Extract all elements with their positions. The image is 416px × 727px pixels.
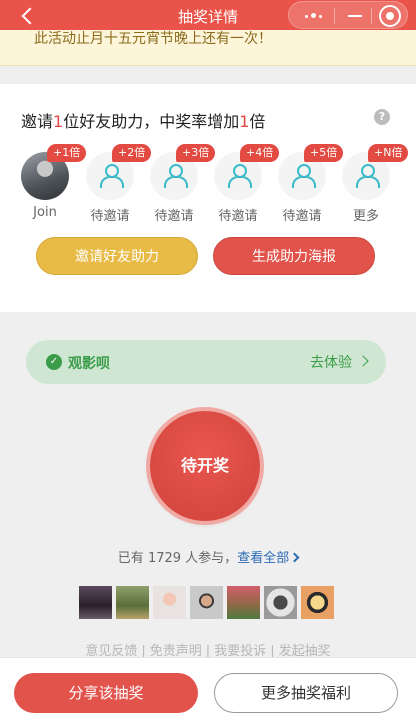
- promo-action[interactable]: 去体验: [310, 352, 352, 372]
- helper-slot-5[interactable]: +5倍 待邀请: [278, 144, 344, 224]
- invite-title-prefix: 邀请: [21, 112, 54, 131]
- more-lotteries-button[interactable]: 更多抽奖福利: [214, 673, 398, 713]
- mini-program-capsule: [288, 1, 408, 29]
- helper-slot-2[interactable]: +2倍 待邀请: [86, 144, 152, 224]
- chevron-right-icon: [357, 355, 369, 367]
- participants-count: 1729: [147, 551, 182, 566]
- view-all-label: 查看全部: [237, 551, 290, 566]
- user-icon: [356, 164, 380, 188]
- multiplier-badge: +5倍: [304, 144, 344, 162]
- minimize-icon[interactable]: [344, 5, 366, 27]
- participants-summary: 已有 1729 人参与，查看全部: [0, 547, 416, 566]
- invite-multiplier: 1: [239, 112, 250, 131]
- helper-slot-1[interactable]: +1倍 Join: [21, 144, 87, 224]
- avatar[interactable]: [190, 586, 223, 619]
- multiplier-badge: +3倍: [176, 144, 216, 162]
- invite-title-suffix: 倍: [249, 112, 266, 131]
- capsule-divider: [334, 8, 335, 24]
- avatar[interactable]: [264, 586, 297, 619]
- close-target-icon[interactable]: [379, 5, 401, 27]
- multiplier-badge: +N倍: [368, 144, 409, 162]
- participants-prefix: 已有: [117, 551, 144, 566]
- promo-logo-icon: ✓: [46, 354, 62, 370]
- slot-label: 待邀请: [218, 209, 258, 224]
- notice-banner: 此活动止月十五元宵节晚上还有一次！: [0, 30, 416, 66]
- avatar[interactable]: [153, 586, 186, 619]
- helper-slot-3[interactable]: +3倍 待邀请: [150, 144, 216, 224]
- promo-banner[interactable]: ✓ 观影呗 去体验: [26, 340, 386, 384]
- invite-title-mid: 位好友助力，中奖率增加: [63, 112, 240, 131]
- multiplier-badge: +2倍: [112, 144, 152, 162]
- help-icon[interactable]: ?: [374, 109, 390, 125]
- invite-count: 1: [53, 112, 64, 131]
- user-icon: [228, 164, 252, 188]
- draw-status-button[interactable]: 待开奖: [150, 411, 260, 521]
- helper-slot-4[interactable]: +4倍 待邀请: [214, 144, 280, 224]
- slot-label: 更多: [352, 209, 379, 224]
- user-icon: [164, 164, 188, 188]
- participants-suffix: 人参与，: [185, 551, 238, 566]
- avatar[interactable]: [301, 586, 334, 619]
- notice-text: 此活动止月十五元宵节晚上还有一次！: [34, 31, 272, 47]
- promo-name: 观影呗: [68, 356, 110, 372]
- invite-card: 邀请1位好友助力，中奖率增加1倍 ? +1倍 Join +2倍 待邀请 +3倍 …: [0, 84, 416, 312]
- bottom-action-bar: 分享该抽奖 更多抽奖福利: [0, 657, 416, 727]
- more-dots-icon[interactable]: [301, 5, 329, 25]
- chevron-right-icon: [289, 552, 300, 563]
- user-icon: [100, 164, 124, 188]
- capsule-divider: [371, 8, 372, 24]
- slot-label: 待邀请: [282, 209, 322, 224]
- view-all-link[interactable]: 查看全部: [237, 551, 300, 566]
- avatar[interactable]: [116, 586, 149, 619]
- slot-label: Join: [33, 205, 57, 220]
- avatar[interactable]: [79, 586, 112, 619]
- nav-bar: 抽奖详情: [0, 0, 416, 30]
- invite-title: 邀请1位好友助力，中奖率增加1倍: [21, 108, 265, 132]
- multiplier-badge: +1倍: [47, 144, 87, 162]
- invite-friends-button[interactable]: 邀请好友助力: [36, 237, 198, 275]
- share-lottery-button[interactable]: 分享该抽奖: [14, 673, 198, 713]
- slot-label: 待邀请: [154, 209, 194, 224]
- helper-slot-more[interactable]: +N倍 更多: [342, 144, 409, 224]
- slot-label: 待邀请: [90, 209, 130, 224]
- user-icon: [292, 164, 316, 188]
- avatar[interactable]: [227, 586, 260, 619]
- multiplier-badge: +4倍: [240, 144, 280, 162]
- generate-poster-button[interactable]: 生成助力海报: [213, 237, 375, 275]
